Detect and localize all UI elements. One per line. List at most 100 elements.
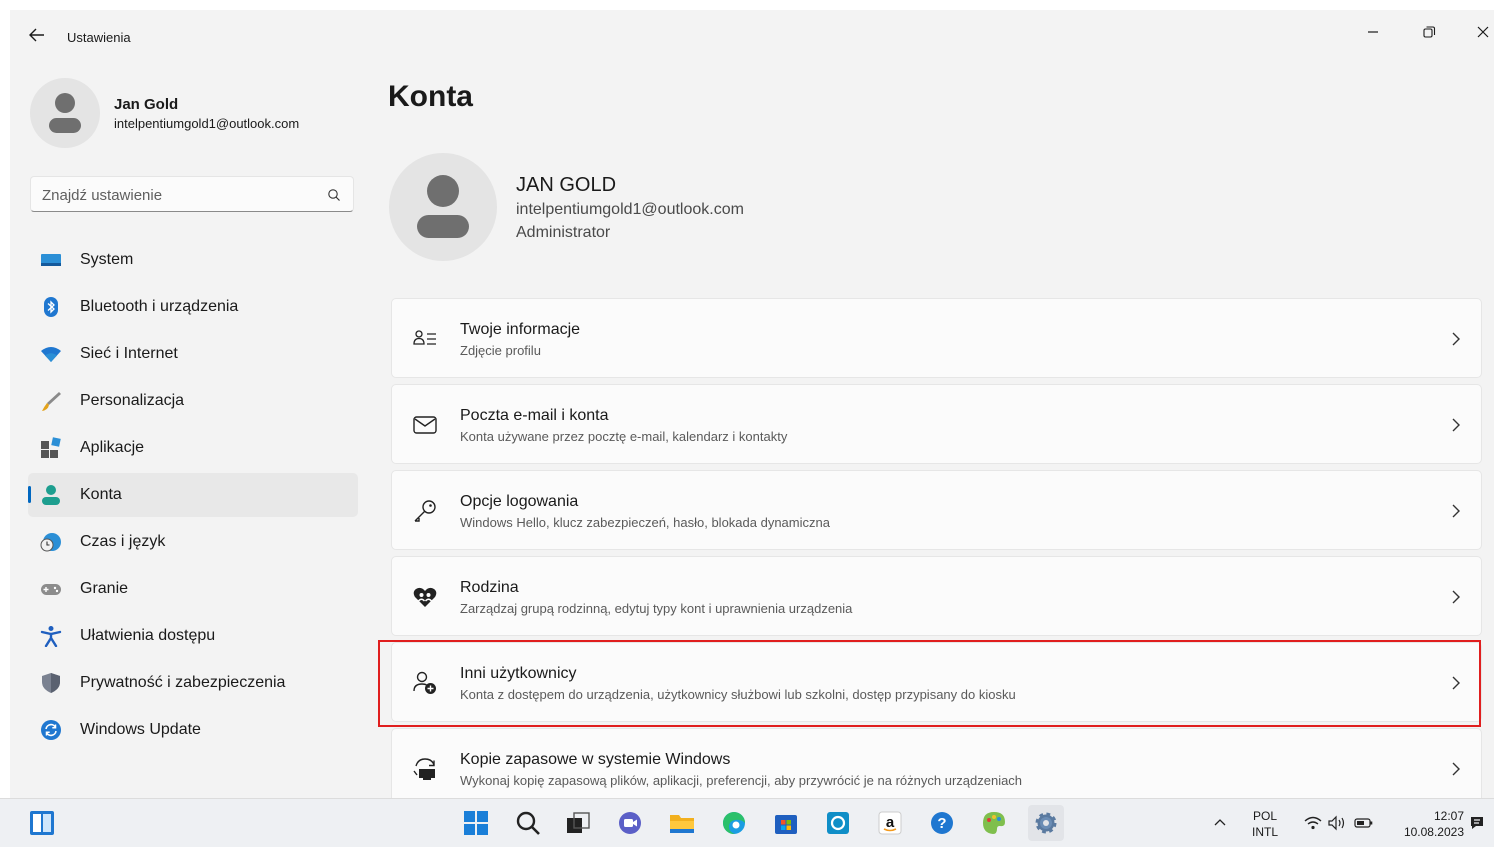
sidebar-item-label: Ułatwienia dostępu: [80, 627, 216, 644]
chevron-up-icon: [1214, 819, 1226, 826]
search-icon: [516, 811, 540, 835]
sidebar-item-network[interactable]: Sieć i Internet: [28, 332, 358, 376]
store-icon: [775, 815, 797, 834]
bluetooth-icon: [44, 297, 58, 317]
show-hidden-icons-button[interactable]: [1210, 807, 1230, 839]
person-add-icon: [413, 671, 436, 694]
sidebar-item-time-language[interactable]: Czas i język: [28, 520, 358, 564]
sidebar-item-accounts[interactable]: Konta: [28, 473, 358, 517]
app-button[interactable]: [822, 807, 854, 839]
chevron-right-icon: [1452, 762, 1460, 776]
minimize-icon: [1368, 31, 1378, 33]
sidebar-item-label: Personalizacja: [80, 392, 185, 409]
settings-app-button[interactable]: [1028, 805, 1064, 841]
file-explorer-button[interactable]: [666, 807, 698, 839]
profile-name: Jan Gold: [114, 96, 179, 113]
amazon-glyph: a: [886, 814, 895, 831]
sidebar-item-label: Aplikacje: [80, 439, 145, 456]
chevron-right-icon: [1452, 504, 1460, 518]
notification-icon: [1471, 817, 1483, 829]
title-bar: Ustawienia: [10, 10, 1494, 58]
card-subtitle: Konta używane przez pocztę e-mail, kalen…: [460, 429, 788, 444]
restore-icon: [1423, 26, 1436, 38]
sidebar-nav: System Bluetooth i urządzenia Sieć i Int…: [28, 238, 358, 755]
clock[interactable]: 12:07 10.08.2023: [1388, 808, 1464, 840]
sidebar-item-windows-update[interactable]: Windows Update: [28, 708, 358, 752]
card-subtitle: Zdjęcie profilu: [460, 343, 541, 358]
shield-icon: [42, 673, 60, 693]
apps-icon: [41, 437, 61, 458]
card-title: Twoje informacje: [460, 321, 581, 338]
sidebar-item-gaming[interactable]: Granie: [28, 567, 358, 611]
card-email-accounts[interactable]: Poczta e-mail i konta Konta używane prze…: [391, 384, 1482, 464]
app-tile-icon: [827, 812, 849, 834]
user-silhouette-icon: [417, 175, 469, 238]
card-sign-in-options[interactable]: Opcje logowania Windows Hello, klucz zab…: [391, 470, 1482, 550]
card-subtitle: Windows Hello, klucz zabezpieczeń, hasło…: [460, 515, 830, 530]
sidebar-item-label: Granie: [80, 580, 129, 597]
active-indicator: [28, 486, 31, 503]
snap-layout-button[interactable]: [26, 807, 58, 839]
input-language-indicator[interactable]: POL INTL: [1240, 808, 1290, 840]
sidebar-item-privacy[interactable]: Prywatność i zabezpieczenia: [28, 661, 358, 705]
restore-button[interactable]: [1406, 16, 1452, 48]
edge-browser-icon: [722, 812, 745, 835]
card-windows-backup[interactable]: Kopie zapasowe w systemie Windows Wykona…: [391, 728, 1482, 798]
taskbar-search-button[interactable]: [512, 807, 544, 839]
card-title: Rodzina: [460, 579, 519, 596]
help-button[interactable]: ?: [926, 807, 958, 839]
chevron-right-icon: [1452, 590, 1460, 604]
sync-icon: [41, 720, 61, 740]
close-icon: [1477, 26, 1489, 38]
page-title: Konta: [388, 80, 473, 113]
volume-icon: [1328, 815, 1345, 831]
task-view-button[interactable]: [562, 807, 594, 839]
brush-icon: [42, 392, 61, 411]
card-subtitle: Zarządzaj grupą rodzinną, edytuj typy ko…: [460, 601, 853, 616]
clock-globe-icon: [40, 533, 61, 552]
card-family[interactable]: Rodzina Zarządzaj grupą rodzinną, edytuj…: [391, 556, 1482, 636]
keyboard-layout: INTL: [1251, 825, 1278, 839]
amazon-button[interactable]: a: [874, 807, 906, 839]
profile-email: intelpentiumgold1@outlook.com: [114, 116, 300, 131]
language-code: POL: [1252, 809, 1277, 823]
account-email: intelpentiumgold1@outlook.com: [516, 201, 744, 218]
card-subtitle: Wykonaj kopię zapasową plików, aplikacji…: [460, 773, 1023, 788]
folder-icon: [670, 815, 694, 833]
settings-window: Ustawienia Jan Gold intelpentiumgold1@ou…: [10, 10, 1494, 798]
search-input[interactable]: Znajdź ustawienie: [30, 176, 354, 212]
sidebar-item-personalization[interactable]: Personalizacja: [28, 379, 358, 423]
account-avatar[interactable]: [389, 153, 497, 261]
palette-icon: [983, 812, 1005, 834]
chat-button[interactable]: [614, 807, 646, 839]
notifications-button[interactable]: [1466, 807, 1488, 839]
card-title: Inni użytkownicy: [460, 665, 577, 682]
sidebar-item-bluetooth[interactable]: Bluetooth i urządzenia: [28, 285, 358, 329]
battery-icon: [1354, 818, 1373, 828]
quick-settings-button[interactable]: [1296, 807, 1382, 839]
search-icon: [328, 189, 340, 201]
chevron-right-icon: [1452, 332, 1460, 346]
edge-button[interactable]: [718, 807, 750, 839]
sidebar-item-system[interactable]: System: [28, 238, 358, 282]
avatar: [30, 78, 100, 148]
chat-icon: [619, 812, 641, 834]
sidebar-item-apps[interactable]: Aplikacje: [28, 426, 358, 470]
monitor-icon: [41, 254, 61, 266]
back-button[interactable]: [26, 24, 48, 46]
close-button[interactable]: [1460, 16, 1494, 48]
accessibility-icon: [40, 626, 62, 647]
minimize-button[interactable]: [1350, 16, 1396, 48]
sidebar-item-accessibility[interactable]: Ułatwienia dostępu: [28, 614, 358, 658]
search-placeholder: Znajdź ustawienie: [42, 187, 163, 204]
wifi-icon: [41, 347, 61, 362]
sidebar-item-label: Sieć i Internet: [80, 345, 178, 362]
card-your-info[interactable]: Twoje informacje Zdjęcie profilu: [391, 298, 1482, 378]
card-other-users[interactable]: Inni użytkownicy Konta z dostępem do urz…: [391, 642, 1482, 722]
paint-button[interactable]: [978, 807, 1010, 839]
start-button[interactable]: [460, 807, 492, 839]
account-name: JAN GOLD: [516, 174, 617, 196]
store-button[interactable]: [770, 807, 802, 839]
settings-list: Twoje informacje Zdjęcie profilu Poczta …: [391, 298, 1482, 798]
person-list-icon: [413, 330, 436, 345]
